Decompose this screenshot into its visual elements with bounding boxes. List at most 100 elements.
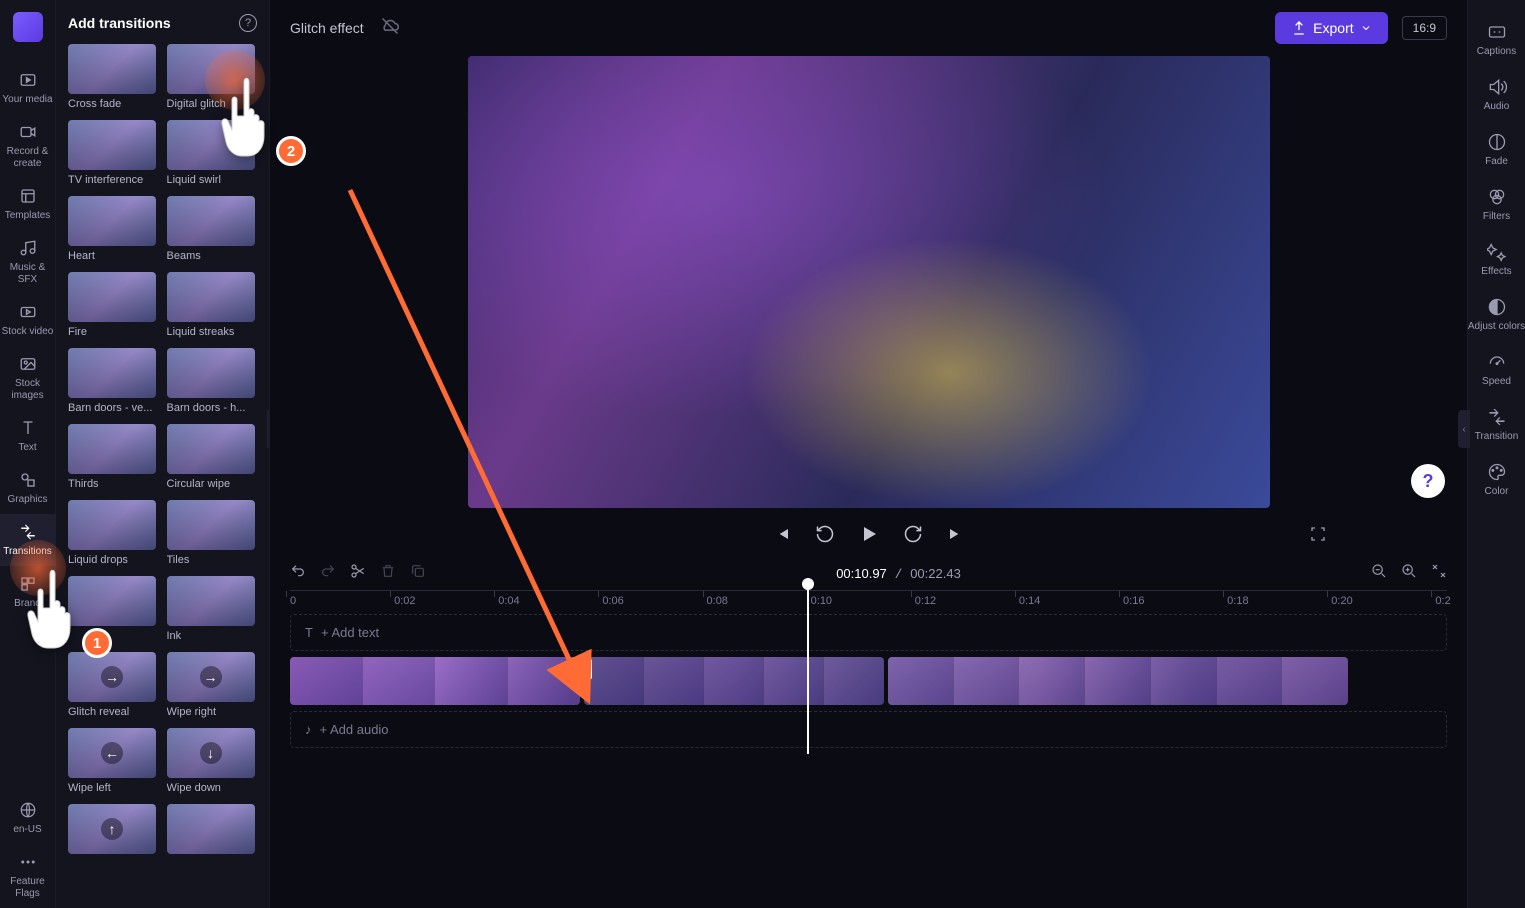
video-clip-1[interactable] xyxy=(290,657,580,705)
transition-tv-interference[interactable]: TV interference xyxy=(68,120,159,186)
project-title[interactable]: Glitch effect xyxy=(290,20,364,36)
transition-ink[interactable]: Ink xyxy=(167,576,258,642)
sidebar-label: Graphics xyxy=(7,494,47,506)
sidebar-item-templates[interactable]: Templates xyxy=(0,178,56,230)
timeline-ruler[interactable]: 0 0:02 0:04 0:06 0:08 0:10 0:12 0:14 0:1… xyxy=(290,590,1447,614)
globe-icon xyxy=(18,800,38,820)
delete-button[interactable] xyxy=(380,563,396,584)
sidebar-item-brand[interactable]: Brand xyxy=(0,566,56,618)
sidebar-item-feature-flags[interactable]: Feature Flags xyxy=(0,844,56,908)
expand-right-panel-button[interactable]: ‹ xyxy=(1458,410,1470,448)
sidebar-item-graphics[interactable]: Graphics xyxy=(0,462,56,514)
add-text-placeholder: + Add text xyxy=(321,625,379,640)
transition-barn-doors-h[interactable]: Barn doors - h... xyxy=(167,348,258,414)
help-icon[interactable]: ? xyxy=(239,14,257,32)
transition-wipe-down[interactable]: ↓Wipe down xyxy=(167,728,258,794)
transition-glitch-reveal[interactable]: →Glitch reveal xyxy=(68,652,159,718)
chevron-down-icon xyxy=(1360,22,1372,34)
transition-liquid-swirl[interactable]: Liquid swirl xyxy=(167,120,258,186)
forward-button[interactable] xyxy=(903,524,923,549)
transition-wipe-left[interactable]: ←Wipe left xyxy=(68,728,159,794)
brand-icon xyxy=(18,574,38,594)
transition-barn-doors-v[interactable]: Barn doors - ve... xyxy=(68,348,159,414)
fade-icon xyxy=(1487,132,1507,152)
image-icon xyxy=(18,354,38,374)
media-icon xyxy=(18,70,38,90)
right-item-transition[interactable]: Transition xyxy=(1468,397,1525,452)
sidebar-item-locale[interactable]: en-US xyxy=(0,792,56,844)
sidebar-item-record[interactable]: Record & create xyxy=(0,114,56,178)
transition-liquid-drops[interactable]: Liquid drops xyxy=(68,500,159,566)
help-fab[interactable]: ? xyxy=(1411,464,1445,498)
sidebar-label: en-US xyxy=(13,824,41,836)
skip-forward-button[interactable] xyxy=(945,524,965,549)
transition-liquid-streaks[interactable]: Liquid streaks xyxy=(167,272,258,338)
split-button[interactable] xyxy=(350,563,366,584)
video-track xyxy=(290,657,1447,705)
record-icon xyxy=(18,122,38,142)
zoom-in-button[interactable] xyxy=(1401,563,1417,584)
right-item-speed[interactable]: Speed xyxy=(1468,342,1525,397)
sidebar-label: Your media xyxy=(2,94,52,106)
zoom-out-button[interactable] xyxy=(1371,563,1387,584)
right-item-adjust-colors[interactable]: Adjust colors xyxy=(1468,287,1525,342)
fullscreen-button[interactable] xyxy=(1309,525,1327,548)
rewind-button[interactable] xyxy=(815,524,835,549)
panel-title: Add transitions xyxy=(68,15,171,31)
stock-video-icon xyxy=(18,302,38,322)
transition-beams[interactable]: Beams xyxy=(167,196,258,262)
transition-item[interactable] xyxy=(68,576,159,642)
transition-digital-glitch[interactable]: Digital glitch xyxy=(167,44,258,110)
play-button[interactable] xyxy=(857,522,881,551)
sidebar-item-transitions[interactable]: Transitions xyxy=(0,514,56,566)
top-bar: Glitch effect Export 16:9 xyxy=(270,0,1467,56)
transition-marker[interactable] xyxy=(570,658,592,680)
music-icon xyxy=(18,238,38,258)
transition-circular-wipe[interactable]: Circular wipe xyxy=(167,424,258,490)
text-icon: T xyxy=(305,625,313,640)
audio-track[interactable]: ♪ + Add audio xyxy=(290,711,1447,748)
right-item-fade[interactable]: Fade xyxy=(1468,122,1525,177)
skip-back-button[interactable] xyxy=(773,524,793,549)
transition-item[interactable]: ↑ xyxy=(68,804,159,858)
transition-heart[interactable]: Heart xyxy=(68,196,159,262)
right-item-effects[interactable]: Effects xyxy=(1468,232,1525,287)
sidebar-item-stock-images[interactable]: Stock images xyxy=(0,346,56,410)
playhead[interactable] xyxy=(807,584,809,754)
right-item-audio[interactable]: Audio xyxy=(1468,67,1525,122)
transition-item[interactable] xyxy=(167,804,258,858)
sidebar-label: Stock video xyxy=(2,326,54,338)
right-item-captions[interactable]: Captions xyxy=(1468,12,1525,67)
export-button[interactable]: Export xyxy=(1275,12,1387,44)
sidebar-label: Music & SFX xyxy=(0,262,56,286)
redo-button[interactable] xyxy=(320,563,336,584)
transition-tiles[interactable]: Tiles xyxy=(167,500,258,566)
sidebar-item-text[interactable]: Text xyxy=(0,410,56,462)
video-clip-3[interactable] xyxy=(888,657,1348,705)
editor-main: Glitch effect Export 16:9 ? xyxy=(270,0,1467,908)
duplicate-button[interactable] xyxy=(410,563,426,584)
transition-fire[interactable]: Fire xyxy=(68,272,159,338)
sidebar-label: Feature Flags xyxy=(0,876,56,900)
undo-button[interactable] xyxy=(290,563,306,584)
video-preview[interactable] xyxy=(468,56,1270,508)
aspect-ratio-badge[interactable]: 16:9 xyxy=(1402,16,1447,40)
timeline-tools: 00:10.97 / 00:22.43 xyxy=(270,557,1467,590)
right-item-filters[interactable]: Filters xyxy=(1468,177,1525,232)
transitions-grid: Cross fade Digital glitch TV interferenc… xyxy=(68,44,257,858)
right-item-color[interactable]: Color xyxy=(1468,452,1525,507)
sidebar-item-your-media[interactable]: Your media xyxy=(0,62,56,114)
templates-icon xyxy=(18,186,38,206)
fit-button[interactable] xyxy=(1431,563,1447,584)
sidebar-label: Text xyxy=(18,442,36,454)
app-logo[interactable] xyxy=(13,12,43,42)
text-track[interactable]: T + Add text xyxy=(290,614,1447,651)
sidebar-item-music[interactable]: Music & SFX xyxy=(0,230,56,294)
transition-cross-fade[interactable]: Cross fade xyxy=(68,44,159,110)
audio-icon: ♪ xyxy=(305,722,312,737)
transition-wipe-right[interactable]: →Wipe right xyxy=(167,652,258,718)
transition-thirds[interactable]: Thirds xyxy=(68,424,159,490)
left-sidebar: Your media Record & create Templates Mus… xyxy=(0,0,56,908)
video-clip-2[interactable] xyxy=(584,657,884,705)
sidebar-item-stock-video[interactable]: Stock video xyxy=(0,294,56,346)
